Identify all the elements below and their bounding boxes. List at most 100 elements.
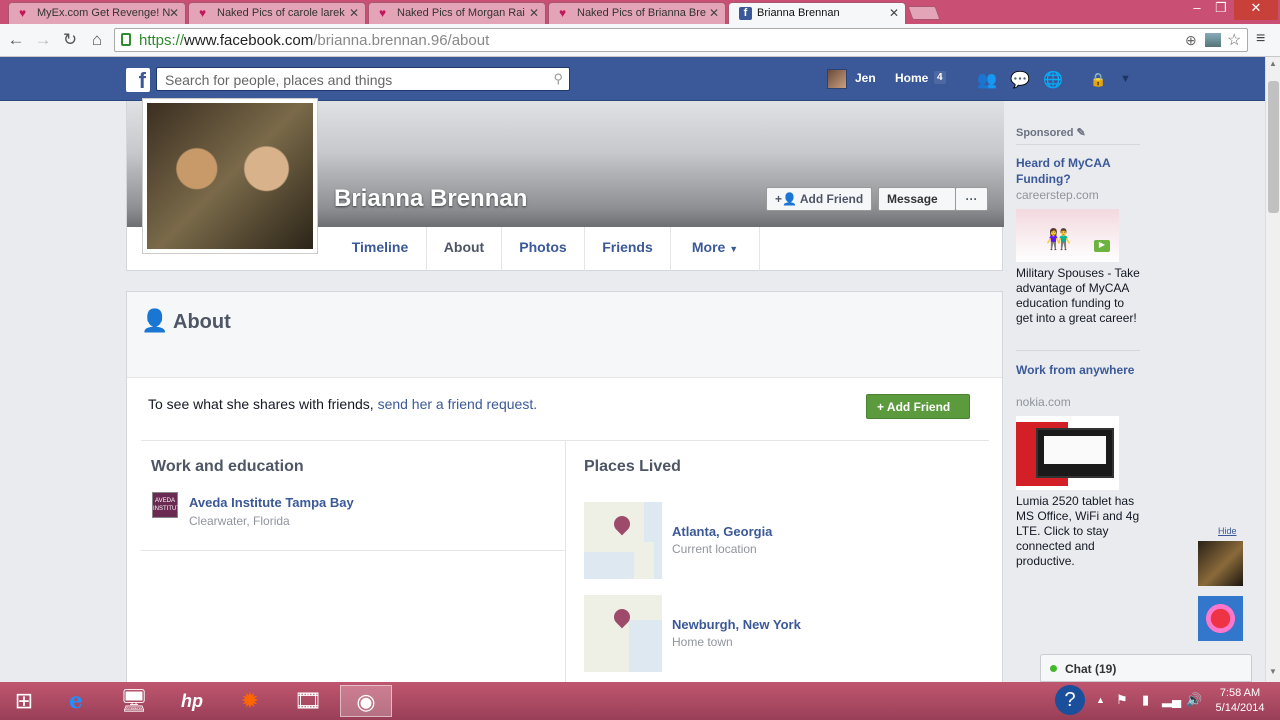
profile-picture[interactable] — [142, 98, 318, 254]
browser-tab[interactable]: ♥ Naked Pics of Morgan Rai ✕ — [368, 2, 546, 24]
ad-domain[interactable]: careerstep.com — [1016, 188, 1099, 202]
chevron-down-icon[interactable]: ▼ — [1120, 73, 1131, 85]
ad-choices-icon[interactable]: ✎ — [1077, 127, 1086, 139]
avatar[interactable] — [827, 69, 847, 89]
address-bar[interactable]: https://www.facebook.com/brianna.brennan… — [114, 28, 1248, 52]
privacy-lock-icon[interactable]: 🔒 — [1090, 72, 1106, 88]
map-thumbnail[interactable] — [584, 502, 662, 579]
ad-body[interactable]: Military Spouses - Take advantage of MyC… — [1016, 266, 1140, 326]
new-tab-button[interactable] — [907, 6, 941, 20]
flag-icon[interactable]: ⚑ — [1116, 692, 1128, 708]
profile-name[interactable]: Brianna Brennan — [334, 185, 527, 213]
chrome-icon[interactable]: ◉ — [340, 685, 392, 717]
url-text: https://www.facebook.com/brianna.brennan… — [139, 32, 490, 49]
scroll-thumb[interactable] — [1268, 81, 1279, 213]
close-icon[interactable]: ✕ — [529, 6, 539, 20]
zoom-icon[interactable]: ⊕ — [1185, 32, 1197, 49]
clock-date: 5/14/2014 — [1215, 702, 1265, 714]
close-icon[interactable]: ✕ — [709, 6, 719, 20]
extension-icon[interactable] — [1205, 33, 1221, 47]
add-friend-button[interactable]: +👤 Add Friend — [766, 187, 873, 211]
home-icon[interactable]: ⌂ — [86, 30, 108, 50]
film-icon[interactable]: 🎞 — [286, 685, 330, 717]
window-close-icon[interactable]: ✕ — [1234, 0, 1278, 20]
page-scrollbar[interactable]: ▲ ▼ — [1265, 57, 1280, 682]
friend-requests-icon[interactable]: 👥 — [977, 70, 997, 90]
back-icon[interactable]: ← — [5, 30, 27, 50]
heart-icon: ♥ — [379, 6, 387, 20]
chat-bar[interactable]: Chat (19) — [1040, 654, 1252, 682]
maximize-icon[interactable]: ❐ — [1210, 0, 1232, 20]
ad-image[interactable]: 👫 ▶ — [1016, 209, 1119, 262]
hp-icon[interactable]: hp — [170, 685, 214, 717]
map-land — [634, 542, 654, 579]
minimize-icon[interactable]: – — [1186, 0, 1208, 20]
scroll-up-icon[interactable]: ▲ — [1269, 59, 1277, 68]
search-icon[interactable]: ⚲ — [553, 71, 563, 87]
person-icon: 👤 — [141, 308, 169, 333]
notifications-globe-icon[interactable]: 🌐 — [1043, 70, 1063, 90]
search-input[interactable]: Search for people, places and things ⚲ — [156, 67, 570, 91]
chat-label: Chat (19) — [1065, 662, 1117, 676]
app-avatar[interactable] — [1198, 596, 1243, 641]
map-thumbnail[interactable] — [584, 595, 662, 672]
place-link[interactable]: Atlanta, Georgia — [672, 524, 772, 539]
tab-friends[interactable]: Friends — [585, 227, 671, 271]
chat-friend-avatar[interactable] — [1198, 541, 1243, 586]
message-button[interactable]: Message — [878, 187, 956, 211]
ad-image[interactable] — [1016, 416, 1119, 490]
ad-body[interactable]: Lumia 2520 tablet has MS Office, WiFi an… — [1016, 494, 1140, 569]
more-options-button[interactable]: ··· — [955, 187, 988, 211]
computer-icon[interactable]: 🖥 — [112, 685, 156, 717]
windows-taskbar: ⊞ e 🖥 hp ✹ 🎞 ◉ ? ▲ ⚑ ▮ ▂▄ 🔊 7:58 AM 5/14… — [0, 682, 1280, 720]
battery-icon[interactable]: ▮ — [1142, 692, 1149, 708]
browser-tab[interactable]: ♥ Naked Pics of carole larek ✕ — [188, 2, 366, 24]
facebook-logo[interactable]: f — [126, 68, 150, 93]
tab-photos[interactable]: Photos — [502, 227, 585, 271]
place-link[interactable]: Newburgh, New York — [672, 617, 801, 632]
tab-about[interactable]: About — [427, 227, 502, 271]
browser-tab-active[interactable]: f Brianna Brennan ✕ — [728, 2, 906, 24]
section-title: About — [173, 311, 231, 333]
school-link[interactable]: Aveda Institute Tampa Bay — [189, 495, 354, 510]
close-icon[interactable]: ✕ — [889, 6, 899, 20]
home-link[interactable]: Home — [895, 71, 928, 85]
ad-title[interactable]: Heard of MyCAA Funding? — [1016, 155, 1140, 187]
tablet-screen — [1036, 428, 1114, 478]
friend-request-message: To see what she shares with friends, sen… — [148, 396, 538, 412]
close-icon[interactable]: ✕ — [169, 6, 179, 20]
close-icon[interactable]: ✕ — [349, 6, 359, 20]
chevron-down-icon: ▼ — [729, 244, 739, 254]
menu-icon[interactable]: ≡ — [1256, 30, 1270, 48]
tab-title: Brianna Brennan — [757, 7, 840, 19]
tab-more[interactable]: More ▼ — [671, 227, 760, 271]
browser-tab[interactable]: ♥ Naked Pics of Brianna Bre ✕ — [548, 2, 726, 24]
facebook-icon: f — [739, 7, 752, 20]
browser-toolbar: ← → ↻ ⌂ https://www.facebook.com/brianna… — [0, 24, 1280, 57]
tab-timeline[interactable]: Timeline — [334, 227, 427, 271]
volume-icon[interactable]: 🔊 — [1186, 692, 1202, 708]
tab-title: Naked Pics of Brianna Bre — [577, 7, 707, 19]
hide-link[interactable]: Hide — [1218, 526, 1237, 536]
school-logo[interactable]: AVEDA INSTITUTE — [152, 492, 184, 518]
tray-chevron-up-icon[interactable]: ▲ — [1096, 695, 1105, 705]
reload-icon[interactable]: ↻ — [59, 30, 81, 50]
about-header: 👤 About — [127, 292, 1002, 378]
friend-request-link[interactable]: send her a friend request. — [378, 396, 538, 412]
ad-domain[interactable]: nokia.com — [1016, 395, 1071, 409]
ad-title[interactable]: Work from anywhere — [1016, 362, 1140, 378]
heart-icon: ♥ — [19, 6, 27, 20]
scroll-down-icon[interactable]: ▼ — [1269, 667, 1277, 676]
add-friend-button-secondary[interactable]: + Add Friend — [866, 394, 970, 419]
help-icon[interactable]: ? — [1055, 685, 1085, 715]
windows-start-icon[interactable]: ⊞ — [2, 685, 46, 717]
signal-icon[interactable]: ▂▄ — [1162, 692, 1181, 708]
media-app-icon[interactable]: ✹ — [228, 685, 272, 717]
system-clock[interactable]: 7:58 AM 5/14/2014 — [1212, 686, 1268, 716]
star-icon[interactable]: ☆ — [1227, 30, 1241, 50]
forward-icon[interactable]: → — [32, 30, 54, 50]
profile-link[interactable]: Jen — [855, 71, 876, 85]
internet-explorer-icon[interactable]: e — [54, 685, 98, 717]
browser-tab[interactable]: ♥ MyEx.com Get Revenge! N ✕ — [8, 2, 186, 24]
messages-icon[interactable]: 💬 — [1010, 70, 1030, 90]
